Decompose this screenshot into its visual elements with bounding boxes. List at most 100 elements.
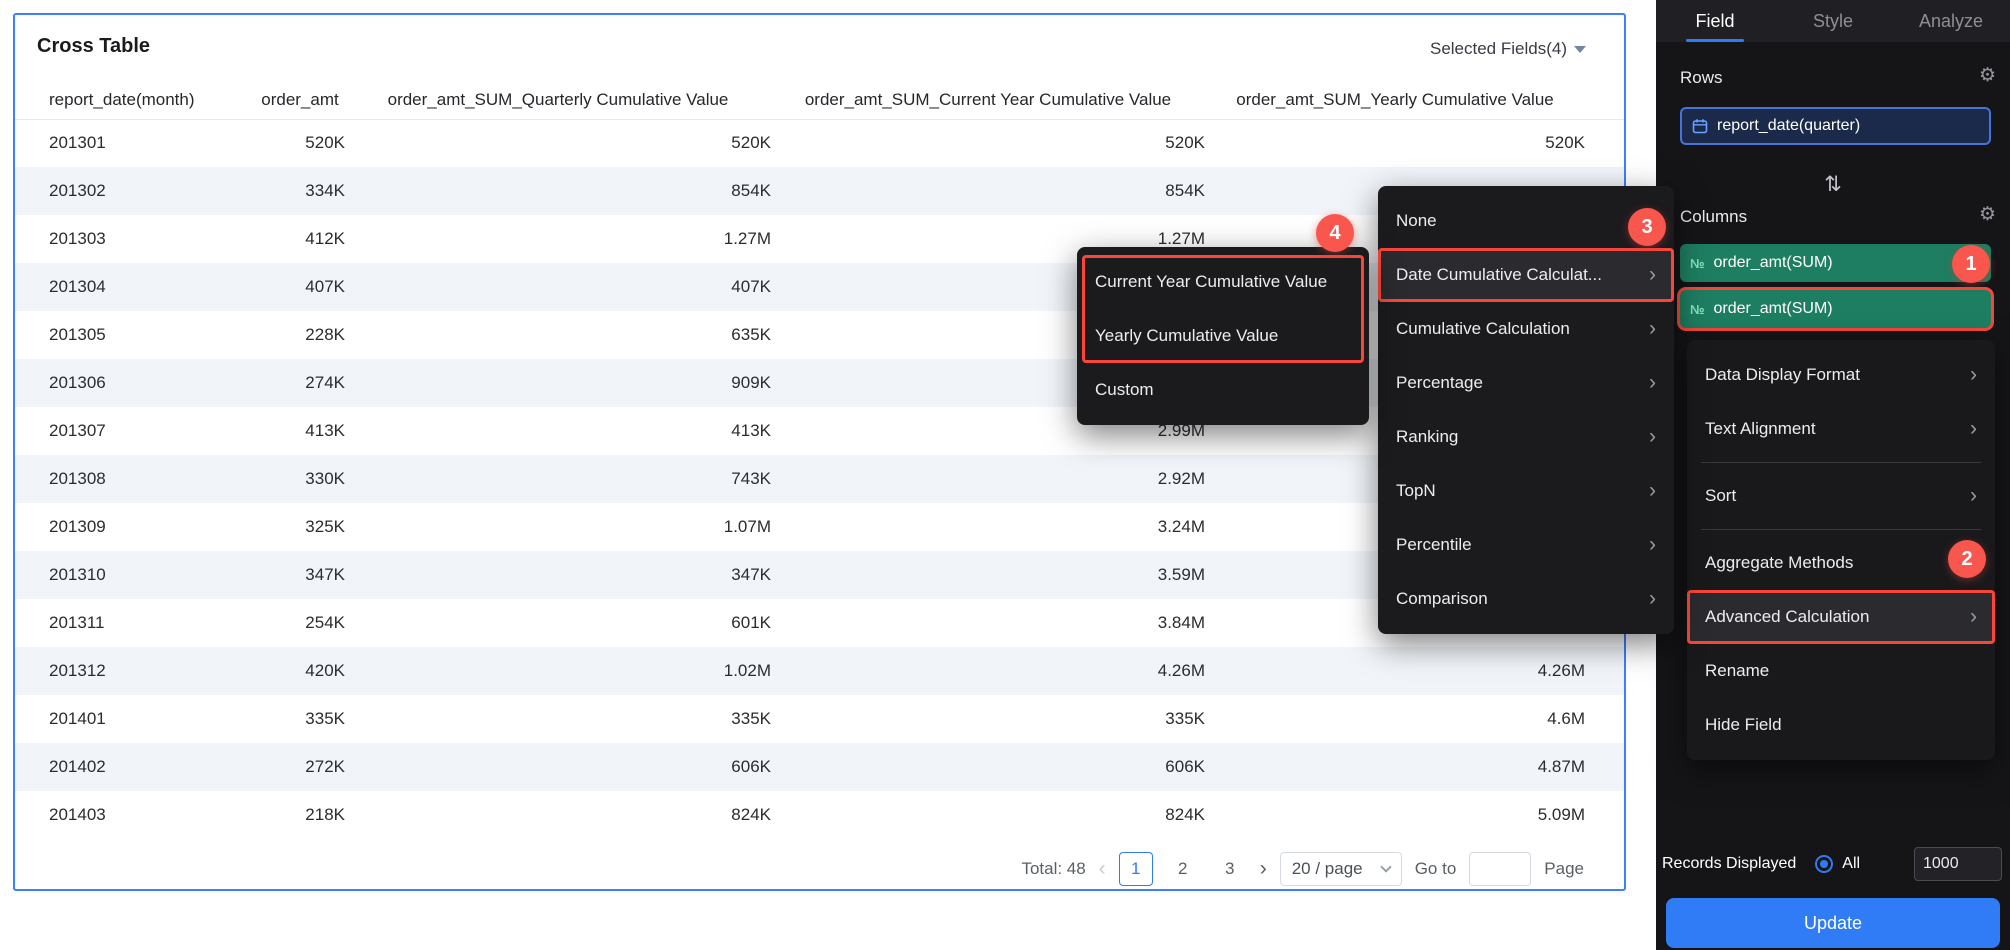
page-label: Page <box>1544 859 1584 878</box>
column-header-order-amt-sum-quarterly-cumula[interactable]: order_amt_SUM_Quarterly Cumulative Value <box>345 81 771 120</box>
menu-item-current-year-cumulative-value[interactable]: Current Year Cumulative Value <box>1077 255 1369 309</box>
panel-title: Cross Table <box>37 35 150 57</box>
value-cell: 3.59M <box>771 551 1205 599</box>
row-label-cell: 201303 <box>49 229 106 248</box>
menu-item-data-display-format[interactable]: Data Display Format › <box>1687 348 1995 402</box>
step-badge-1: 1 <box>1952 245 1990 283</box>
menu-item-hide-field[interactable]: Hide Field <box>1687 698 1995 752</box>
value-cell: 335K <box>1165 709 1205 728</box>
chevron-right-icon: › <box>1970 417 1977 440</box>
menu-item-date-cumulative-calculat[interactable]: Date Cumulative Calculat... › <box>1378 248 1674 302</box>
tab-analyze[interactable]: Analyze <box>1892 0 2010 42</box>
tab-style[interactable]: Style <box>1774 0 1892 42</box>
page-number[interactable]: 1 <box>1118 852 1153 886</box>
swap-axes-icon[interactable]: ⇅ <box>1656 172 2010 197</box>
row-label-cell: 201403 <box>49 805 106 824</box>
value-cell: 601K <box>731 613 771 632</box>
date-field-icon <box>1692 119 1708 134</box>
menu-item-cumulative-calculation[interactable]: Cumulative Calculation › <box>1378 302 1674 356</box>
value-cell: 254K <box>305 613 345 632</box>
menu-item-advanced-calculation[interactable]: Advanced Calculation › <box>1687 590 1995 644</box>
menu-item-label: Comparison <box>1396 589 1488 608</box>
menu-item-percentile[interactable]: Percentile › <box>1378 518 1674 572</box>
chevron-right-icon: › <box>1649 317 1656 340</box>
all-radio-label: All <box>1842 855 1861 872</box>
table-row: 201402 272K 606K 606K 4.87M <box>15 743 1624 791</box>
menu-item-sort[interactable]: Sort › <box>1687 469 1995 523</box>
value-cell: 274K <box>255 359 345 407</box>
menu-item-label: Date Cumulative Calculat... <box>1396 265 1602 284</box>
step-badge-3: 3 <box>1628 208 1666 246</box>
numeric-field-icon: № <box>1690 301 1705 317</box>
columns-gear-icon[interactable]: ⚙ <box>1979 203 1996 226</box>
row-label-cell: 201306 <box>15 359 255 407</box>
goto-label: Go to <box>1414 859 1457 878</box>
columns-field-pill[interactable]: № order_amt(SUM) <box>1680 290 1991 328</box>
menu-item-yearly-cumulative-value[interactable]: Yearly Cumulative Value <box>1077 309 1369 363</box>
menu-item-comparison[interactable]: Comparison › <box>1378 572 1674 626</box>
value-cell: 407K <box>255 263 345 311</box>
value-cell: 854K <box>345 167 771 215</box>
menu-item-label: Aggregate Methods <box>1705 553 1854 572</box>
records-displayed-row: Records Displayed All <box>1662 846 2002 882</box>
menu-item-label: Current Year Cumulative Value <box>1095 272 1328 291</box>
column-header-order-amt-sum-current-year-cum[interactable]: order_amt_SUM_Current Year Cumulative Va… <box>771 81 1205 120</box>
columns-field-pill[interactable]: № order_amt(SUM) <box>1680 244 1991 282</box>
value-cell: 412K <box>305 229 345 248</box>
value-cell: 1.07M <box>723 517 771 536</box>
column-header-order-amt-sum-yearly-cumulativ[interactable]: order_amt_SUM_Yearly Cumulative Value <box>1205 81 1624 120</box>
sidebar-tabs: Field Style Analyze <box>1656 0 2010 42</box>
total-count-label: Total: 48 <box>1021 859 1086 878</box>
value-cell: 330K <box>255 455 345 503</box>
value-cell: 1.02M <box>345 647 771 695</box>
row-label-cell: 201310 <box>15 551 255 599</box>
value-cell: 325K <box>305 517 345 536</box>
column-header-report-date-month[interactable]: report_date(month) <box>15 81 255 120</box>
value-cell: 347K <box>345 551 771 599</box>
page-size-label: 20 / page <box>1291 859 1363 878</box>
table-row: 201312 420K 1.02M 4.26M 4.26M <box>15 647 1624 695</box>
page-number[interactable]: 3 <box>1213 852 1247 886</box>
page-number[interactable]: 2 <box>1166 852 1200 886</box>
next-page-icon[interactable]: › <box>1260 857 1267 881</box>
menu-item-custom[interactable]: Custom <box>1077 363 1369 417</box>
records-count-input[interactable] <box>1914 847 2002 881</box>
update-button[interactable]: Update <box>1666 898 2000 948</box>
menu-item-label: Data Display Format <box>1705 365 1860 384</box>
rows-field-pill[interactable]: report_date(quarter) <box>1680 107 1991 145</box>
value-cell: 743K <box>345 455 771 503</box>
step-badge-2: 2 <box>1948 540 1986 578</box>
menu-item-label: Ranking <box>1396 427 1459 446</box>
menu-item-rename[interactable]: Rename <box>1687 644 1995 698</box>
menu-item-percentage[interactable]: Percentage › <box>1378 356 1674 410</box>
value-cell: 520K <box>305 133 345 153</box>
menu-item-ranking[interactable]: Ranking › <box>1378 410 1674 464</box>
rows-gear-icon[interactable]: ⚙ <box>1979 64 1996 87</box>
page-size-select[interactable]: 20 / page <box>1279 852 1402 886</box>
menu-item-label: None <box>1396 211 1437 230</box>
chevron-right-icon: › <box>1649 533 1656 556</box>
menu-item-topn[interactable]: TopN › <box>1378 464 1674 518</box>
column-header-order-amt[interactable]: order_amt <box>255 81 345 120</box>
table-row: 201301 520K 520K 520K 520K <box>15 119 1624 167</box>
value-cell: 2.92M <box>771 455 1205 503</box>
value-cell: 4.6M <box>1547 709 1585 728</box>
date-cumulative-submenu: Current Year Cumulative Value Yearly Cumu… <box>1077 247 1369 425</box>
all-radio[interactable] <box>1815 855 1834 873</box>
value-cell: 347K <box>255 551 345 599</box>
menu-item-label: TopN <box>1396 481 1436 500</box>
goto-page-input[interactable] <box>1469 852 1532 886</box>
selected-fields-dropdown[interactable]: Selected Fields(4) <box>1430 39 1586 59</box>
tab-field[interactable]: Field <box>1656 0 1774 42</box>
value-cell: 520K <box>731 133 771 153</box>
prev-page-icon[interactable]: ‹ <box>1099 857 1106 881</box>
menu-item-label: Rename <box>1705 661 1770 680</box>
value-cell: 520K <box>1165 133 1205 153</box>
value-cell: 4.87M <box>1205 743 1624 791</box>
value-cell: 909K <box>345 359 771 407</box>
menu-item-text-alignment[interactable]: Text Alignment › <box>1687 402 1995 456</box>
rows-field-label: report_date(quarter) <box>1717 117 1861 134</box>
advanced-calculation-menu: None Date Cumulative Calculat... › Cumulati… <box>1378 186 1674 634</box>
chevron-right-icon: › <box>1970 363 1977 386</box>
menu-item-label: Sort <box>1705 486 1737 505</box>
